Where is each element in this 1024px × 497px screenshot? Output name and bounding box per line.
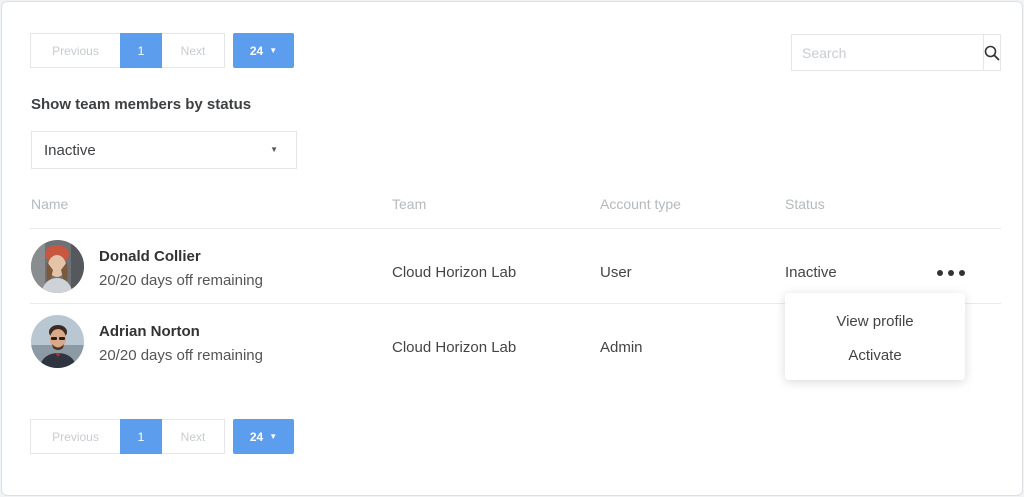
more-dot	[948, 270, 954, 276]
avatar[interactable]	[31, 240, 84, 293]
member-account-type: Admin	[600, 339, 643, 356]
status-filter-value: Inactive	[44, 141, 96, 159]
search-button[interactable]	[983, 35, 1000, 70]
menu-item-activate[interactable]: Activate	[785, 347, 965, 364]
pagination-bottom: Previous 1 Next 24 ▼	[30, 419, 294, 454]
next-page-button[interactable]: Next	[162, 419, 225, 454]
more-dot	[959, 270, 965, 276]
menu-item-view-profile[interactable]: View profile	[785, 313, 965, 330]
member-status: Inactive	[785, 264, 837, 281]
member-account-type: User	[600, 264, 632, 281]
search-input[interactable]	[792, 35, 983, 70]
header-divider	[30, 228, 1001, 229]
team-members-card: Previous 1 Next 24 ▼ Show team members b…	[1, 1, 1023, 496]
column-header-status: Status	[785, 196, 825, 212]
caret-down-icon: ▼	[269, 45, 278, 55]
caret-down-icon: ▼	[269, 431, 278, 441]
search-icon	[984, 45, 1000, 60]
member-name[interactable]: Adrian Norton	[99, 323, 200, 340]
member-name[interactable]: Donald Collier	[99, 248, 201, 265]
column-header-name: Name	[31, 196, 69, 212]
filter-title: Show team members by status	[31, 96, 252, 113]
next-page-button[interactable]: Next	[162, 33, 225, 68]
more-actions-button[interactable]	[937, 266, 965, 280]
search-box	[791, 34, 1001, 71]
more-horizontal-icon	[937, 270, 943, 276]
member-team: Cloud Horizon Lab	[392, 264, 517, 281]
page-size-value: 24	[249, 43, 264, 58]
member-days-off: 20/20 days off remaining	[99, 272, 263, 289]
previous-page-button[interactable]: Previous	[30, 419, 120, 454]
pagination-top: Previous 1 Next 24 ▼	[30, 33, 294, 68]
row-actions-menu: View profile Activate	[785, 293, 965, 380]
page-size-select[interactable]: 24 ▼	[233, 33, 294, 68]
page-number-button[interactable]: 1	[120, 33, 162, 68]
member-team: Cloud Horizon Lab	[392, 339, 517, 356]
status-filter-select[interactable]: Inactive ▼	[31, 131, 297, 169]
previous-page-button[interactable]: Previous	[30, 33, 120, 68]
page-size-select[interactable]: 24 ▼	[233, 419, 294, 454]
member-days-off: 20/20 days off remaining	[99, 347, 263, 364]
caret-down-icon: ▼	[270, 145, 278, 154]
column-header-account-type: Account type	[600, 196, 681, 212]
page-number-button[interactable]: 1	[120, 419, 162, 454]
avatar[interactable]	[31, 315, 84, 368]
column-header-team: Team	[392, 196, 427, 212]
page-size-value: 24	[249, 429, 264, 444]
